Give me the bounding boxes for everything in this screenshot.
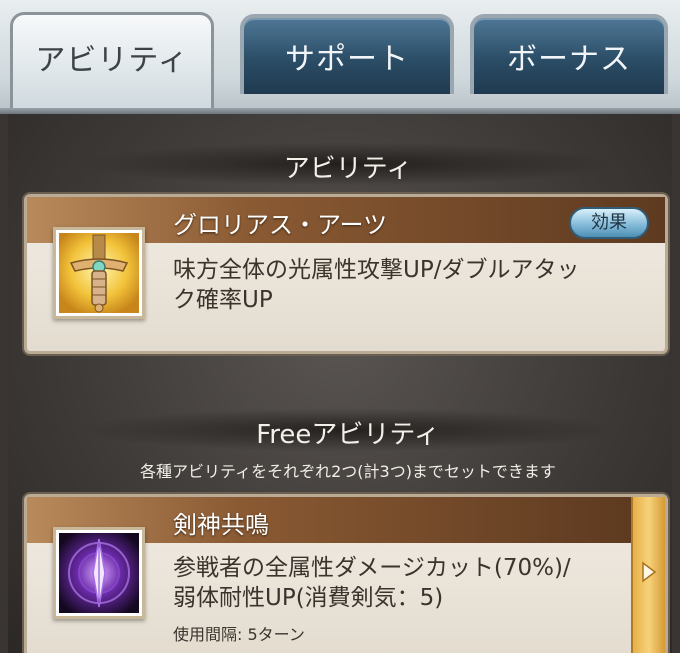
free-section-subtitle: 各種アビリティをそれぞれ2つ(計3つ)までセットできます [140,462,556,481]
free-section-title: Freeアビリティ [256,420,440,450]
free-ability-card[interactable]: 剣神共鳴 参戦者の全属性ダメージカット(70%)/ 弱体耐性UP(消費剣気：5)… [24,494,668,653]
golden-sword-hilt-icon [53,227,145,319]
ability-description: 味方全体の光属性攻撃UP/ダブルアタッ ク確率UP [173,255,579,315]
ability-panel: アビリティ グロリアス・アーツ 効果 味方全体の光属性攻撃UP/ダブルアタッ ク… [0,114,680,653]
tab-support[interactable]: サポート [240,14,454,94]
free-ability-description-line2: 弱体耐性UP(消費剣気：5) [173,585,444,611]
tab-support-label: サポート [285,42,409,77]
tab-bonus[interactable]: ボーナス [470,14,668,94]
ability-description-line2: ク確率UP [173,287,273,313]
ability-card[interactable]: グロリアス・アーツ 効果 味方全体の光属性攻撃UP/ダブルアタッ ク確率UP [24,194,668,354]
ability-description-line1: 味方全体の光属性攻撃UP/ダブルアタッ [173,257,580,283]
tab-bonus-label: ボーナス [507,42,631,77]
ability-interval: 使用間隔: 5ターン [173,625,305,644]
free-ability-name: 剣神共鳴 [173,511,269,539]
purple-blade-icon [53,527,145,619]
ability-section-title: アビリティ [283,154,413,184]
tab-ability-label: アビリティ [35,42,189,78]
ability-name: グロリアス・アーツ [173,211,388,239]
chevron-right-icon [642,561,657,583]
free-ability-description: 参戦者の全属性ダメージカット(70%)/ 弱体耐性UP(消費剣気：5) [173,553,571,613]
effect-button[interactable]: 効果 [569,207,649,239]
free-ability-description-line1: 参戦者の全属性ダメージカット(70%)/ [173,555,571,581]
tab-bar: アビリティ サポート ボーナス [0,0,680,114]
tab-ability[interactable]: アビリティ [10,12,214,112]
expand-arrow-button[interactable] [631,497,665,653]
